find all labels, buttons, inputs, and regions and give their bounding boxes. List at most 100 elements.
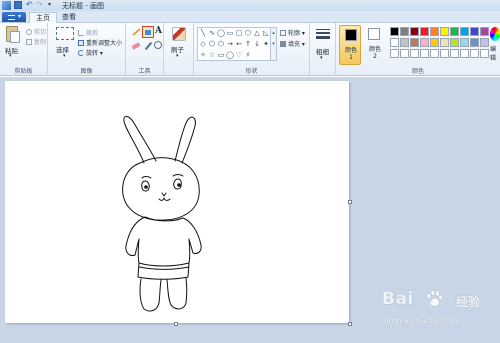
shape-item[interactable]: ☆ xyxy=(208,52,216,59)
rotate-button[interactable]: 旋转 ▾ xyxy=(78,48,103,57)
color-swatch[interactable] xyxy=(400,49,409,58)
paint-app-icon[interactable] xyxy=(2,1,11,10)
shirt xyxy=(125,216,202,267)
shape-item[interactable]: ⬡ xyxy=(244,30,252,37)
color-swatch[interactable] xyxy=(390,27,399,36)
canvas-resize-handle-right[interactable] xyxy=(348,200,352,204)
color-swatch[interactable] xyxy=(430,49,439,58)
shape-item[interactable]: ╲ xyxy=(199,30,207,37)
resize-icon xyxy=(78,40,84,46)
shape-item[interactable]: ✧ xyxy=(199,52,207,59)
paste-icon[interactable] xyxy=(6,26,20,43)
brush-icon[interactable] xyxy=(172,27,186,41)
save-icon[interactable] xyxy=(14,1,22,9)
color-swatch[interactable] xyxy=(460,49,469,58)
tab-view[interactable]: 查看 xyxy=(56,12,82,23)
shape-item[interactable]: ▢ xyxy=(235,30,243,37)
color-swatch[interactable] xyxy=(440,38,449,47)
color-swatch[interactable] xyxy=(430,38,439,47)
drawing-canvas[interactable] xyxy=(5,81,349,323)
color-swatch[interactable] xyxy=(420,49,429,58)
canvas-resize-handle-bottom[interactable] xyxy=(174,322,178,326)
shape-item[interactable]: ◯ xyxy=(226,52,234,59)
magnifier-icon[interactable] xyxy=(154,41,162,49)
select-icon[interactable] xyxy=(56,27,74,40)
shorts xyxy=(137,262,190,280)
color-swatch[interactable] xyxy=(390,38,399,47)
color-swatch[interactable] xyxy=(450,49,459,58)
shape-item[interactable]: ▭ xyxy=(217,52,225,59)
line-width-icon[interactable] xyxy=(316,29,330,41)
color-swatch[interactable] xyxy=(460,38,469,47)
chevron-down-icon[interactable]: ▾ xyxy=(176,53,179,59)
shape-item[interactable]: ◯ xyxy=(217,30,225,37)
right-brow xyxy=(172,174,184,177)
color-swatch[interactable] xyxy=(410,49,419,58)
undo-icon[interactable]: ↶ xyxy=(26,1,34,9)
shape-item[interactable]: → xyxy=(226,41,234,48)
color-swatch[interactable] xyxy=(410,27,419,36)
edit-colors-icon[interactable] xyxy=(490,27,500,41)
color-swatch[interactable] xyxy=(400,27,409,36)
crop-button[interactable]: 裁剪 xyxy=(78,28,98,37)
shape-item[interactable]: ← xyxy=(235,41,243,48)
edit-colors-button[interactable]: 编辑 xyxy=(490,44,500,62)
resize-button[interactable]: 重新调整大小 xyxy=(78,38,122,47)
color-swatch[interactable] xyxy=(450,27,459,36)
outline-button[interactable]: 轮廓 ▾ xyxy=(280,28,305,37)
watermark-brand: Bai xyxy=(382,289,414,309)
color-swatch[interactable] xyxy=(410,38,419,47)
fill-button[interactable]: 填充 ▾ xyxy=(280,39,305,48)
color-picker-icon[interactable] xyxy=(143,41,153,51)
color-swatch[interactable] xyxy=(440,49,449,58)
fill-bucket-icon[interactable] xyxy=(142,26,154,38)
redo-icon[interactable]: ↷ xyxy=(36,1,44,9)
tab-home[interactable]: 主页 xyxy=(29,12,57,23)
shape-item[interactable]: ✦ xyxy=(262,41,270,48)
color-swatch[interactable] xyxy=(400,38,409,47)
color-2-button[interactable]: 颜色 2 xyxy=(363,25,385,65)
canvas-resize-handle-corner[interactable] xyxy=(348,322,352,326)
shape-item[interactable]: ▭ xyxy=(226,30,234,37)
shape-item[interactable]: ♡ xyxy=(235,52,243,59)
color-swatch[interactable] xyxy=(470,49,479,58)
outline-icon xyxy=(280,30,286,36)
resize-label: 重新调整大小 xyxy=(86,40,123,47)
shapes-group-label: 形状 xyxy=(245,68,258,75)
color-swatch[interactable] xyxy=(440,27,449,36)
color-swatch[interactable] xyxy=(470,27,479,36)
ribbon: 粘贴 ▾ 剪切 复制 剪贴板 选择 ▾ 裁剪 重新调整大小 旋转 ▾ 图像 A … xyxy=(0,23,500,76)
color-swatch[interactable] xyxy=(420,38,429,47)
chevron-down-icon[interactable]: ▾ xyxy=(9,53,12,59)
chevron-down-icon[interactable]: ▾ xyxy=(63,53,66,59)
color-swatch[interactable] xyxy=(430,27,439,36)
eraser-icon[interactable] xyxy=(131,41,141,51)
shape-item[interactable]: ⬠ xyxy=(208,41,216,48)
copy-button[interactable]: 复制 xyxy=(26,37,46,46)
shape-item[interactable]: ↓ xyxy=(253,41,261,48)
shape-item[interactable]: ⬡ xyxy=(217,41,225,48)
color-swatch[interactable] xyxy=(420,27,429,36)
pencil-icon[interactable] xyxy=(131,27,141,37)
color-swatch[interactable] xyxy=(480,49,489,58)
shapes-scroll-buttons[interactable]: ▴ ▾ xyxy=(271,27,277,61)
color-swatch[interactable] xyxy=(480,27,489,36)
color-1-button[interactable]: 颜色 1 xyxy=(339,25,361,65)
shape-item[interactable]: ◺ xyxy=(262,30,270,37)
shape-item[interactable]: ∿ xyxy=(208,30,216,37)
color-swatch[interactable] xyxy=(450,38,459,47)
file-menu-button[interactable]: ▾ xyxy=(2,12,26,22)
brushes-group: 刷子 ▾ xyxy=(164,23,194,76)
color-swatch[interactable] xyxy=(460,27,469,36)
fill-icon xyxy=(280,41,286,47)
shape-item[interactable]: ↑ xyxy=(244,41,252,48)
chevron-down-icon[interactable]: ▾ xyxy=(320,55,323,61)
color-swatch[interactable] xyxy=(470,38,479,47)
shape-item[interactable]: ⚡ xyxy=(244,52,252,59)
color-swatch[interactable] xyxy=(390,49,399,58)
quick-access-menu-icon[interactable]: ▾ xyxy=(48,1,56,9)
shape-item[interactable]: △ xyxy=(253,30,261,37)
shape-item[interactable]: ◇ xyxy=(199,41,207,48)
cut-button[interactable]: 剪切 xyxy=(26,27,46,36)
color-swatch[interactable] xyxy=(480,38,489,47)
